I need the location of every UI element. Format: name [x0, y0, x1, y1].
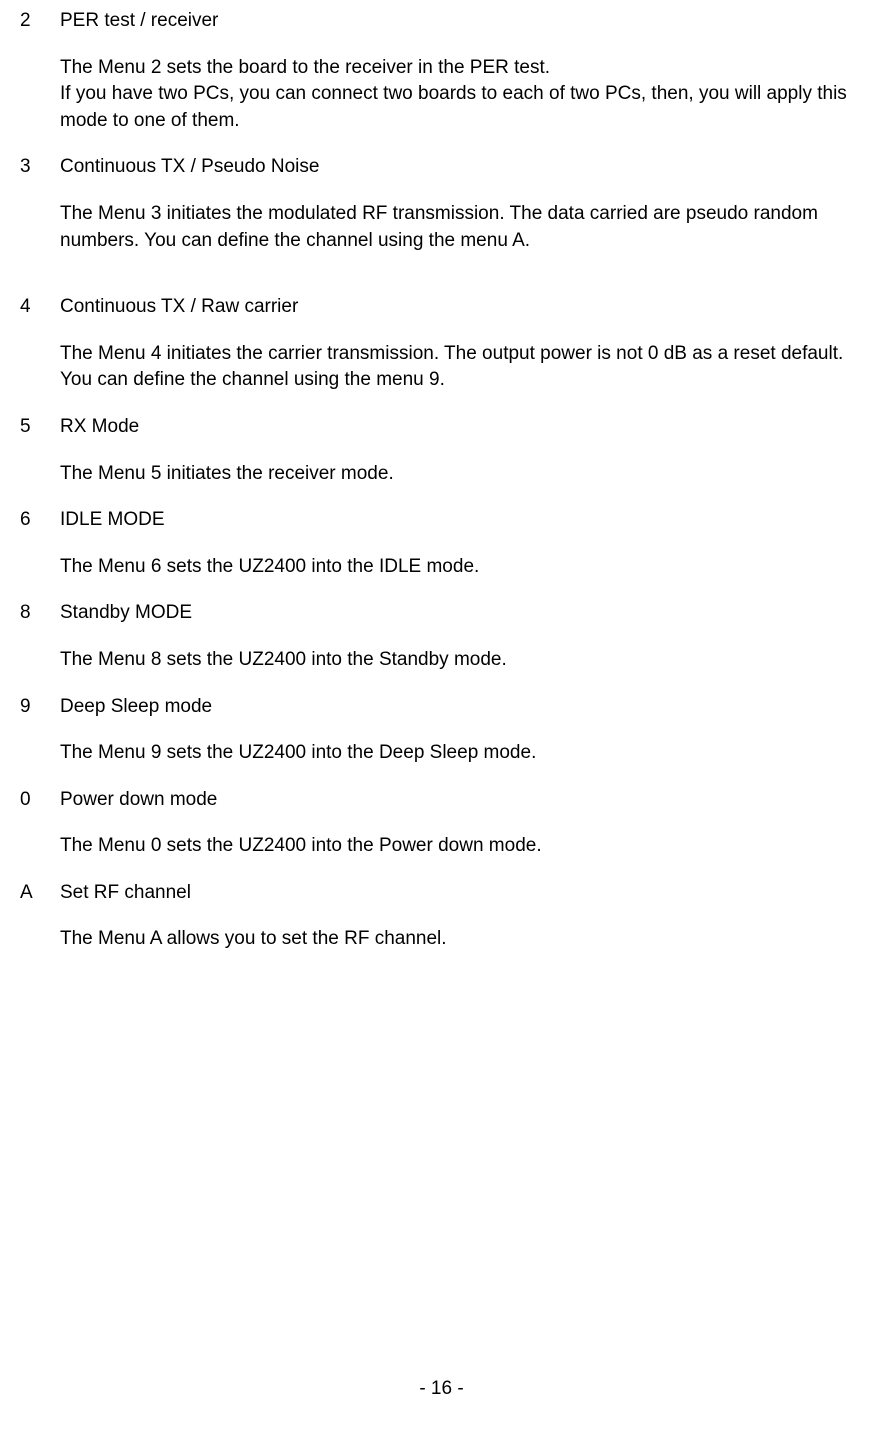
menu-item-number: 5 [20, 414, 60, 441]
menu-item-header: 3Continuous TX / Pseudo Noise [20, 154, 863, 181]
menu-item: 6IDLE MODE The Menu 6 sets the UZ2400 int… [20, 507, 863, 580]
menu-item-number: 6 [20, 507, 60, 534]
menu-item-title: Continuous TX / Raw carrier [60, 294, 863, 321]
menu-item: 4Continuous TX / Raw carrier The Menu 4 i… [20, 294, 863, 394]
menu-item-header: 5RX Mode [20, 414, 863, 441]
menu-item-title: IDLE MODE [60, 507, 863, 534]
menu-item-description: The Menu A allows you to set the RF chan… [60, 926, 863, 953]
document-content: 2PER test / receiver The Menu 2 sets the … [0, 0, 883, 953]
menu-item-header: 8Standby MODE [20, 600, 863, 627]
page-number: - 16 - [419, 1378, 463, 1399]
menu-item-description: The Menu 9 sets the UZ2400 into the Deep… [60, 740, 863, 767]
menu-item: 9Deep Sleep mode The Menu 9 sets the UZ24… [20, 694, 863, 767]
menu-item: 3Continuous TX / Pseudo Noise The Menu 3 … [20, 154, 863, 254]
menu-item-title: Deep Sleep mode [60, 694, 863, 721]
menu-item-number: 3 [20, 154, 60, 181]
menu-item-header: 4Continuous TX / Raw carrier [20, 294, 863, 321]
menu-item-header: 9Deep Sleep mode [20, 694, 863, 721]
menu-item-title: PER test / receiver [60, 8, 863, 35]
menu-item-title: RX Mode [60, 414, 863, 441]
menu-item-title: Standby MODE [60, 600, 863, 627]
menu-item-number: 2 [20, 8, 60, 35]
page-footer: - 16 - [0, 1376, 883, 1403]
menu-item-description: The Menu 6 sets the UZ2400 into the IDLE… [60, 554, 863, 581]
menu-item: ASet RF channel The Menu A allows you to … [20, 880, 863, 953]
menu-item-description: The Menu 5 initiates the receiver mode. [60, 461, 863, 488]
menu-item-number: 8 [20, 600, 60, 627]
menu-item-header: 2PER test / receiver [20, 8, 863, 35]
menu-item-header: ASet RF channel [20, 880, 863, 907]
menu-item: 0Power down mode The Menu 0 sets the UZ24… [20, 787, 863, 860]
menu-item-title: Power down mode [60, 787, 863, 814]
menu-item-header: 0Power down mode [20, 787, 863, 814]
menu-item-title: Continuous TX / Pseudo Noise [60, 154, 863, 181]
menu-item-description: The Menu 4 initiates the carrier transmi… [60, 341, 863, 394]
menu-item-description: The Menu 3 initiates the modulated RF tr… [60, 201, 863, 254]
menu-item: 5RX Mode The Menu 5 initiates the receive… [20, 414, 863, 487]
menu-item-number: 0 [20, 787, 60, 814]
menu-item: 2PER test / receiver The Menu 2 sets the … [20, 8, 863, 134]
menu-item-number: A [20, 880, 60, 907]
menu-item-title: Set RF channel [60, 880, 863, 907]
menu-item-description: The Menu 8 sets the UZ2400 into the Stan… [60, 647, 863, 674]
menu-item-description: The Menu 0 sets the UZ2400 into the Powe… [60, 833, 863, 860]
menu-item-number: 9 [20, 694, 60, 721]
menu-item-number: 4 [20, 294, 60, 321]
menu-item-description: The Menu 2 sets the board to the receive… [60, 55, 863, 135]
menu-item: 8Standby MODE The Menu 8 sets the UZ2400 … [20, 600, 863, 673]
menu-item-header: 6IDLE MODE [20, 507, 863, 534]
